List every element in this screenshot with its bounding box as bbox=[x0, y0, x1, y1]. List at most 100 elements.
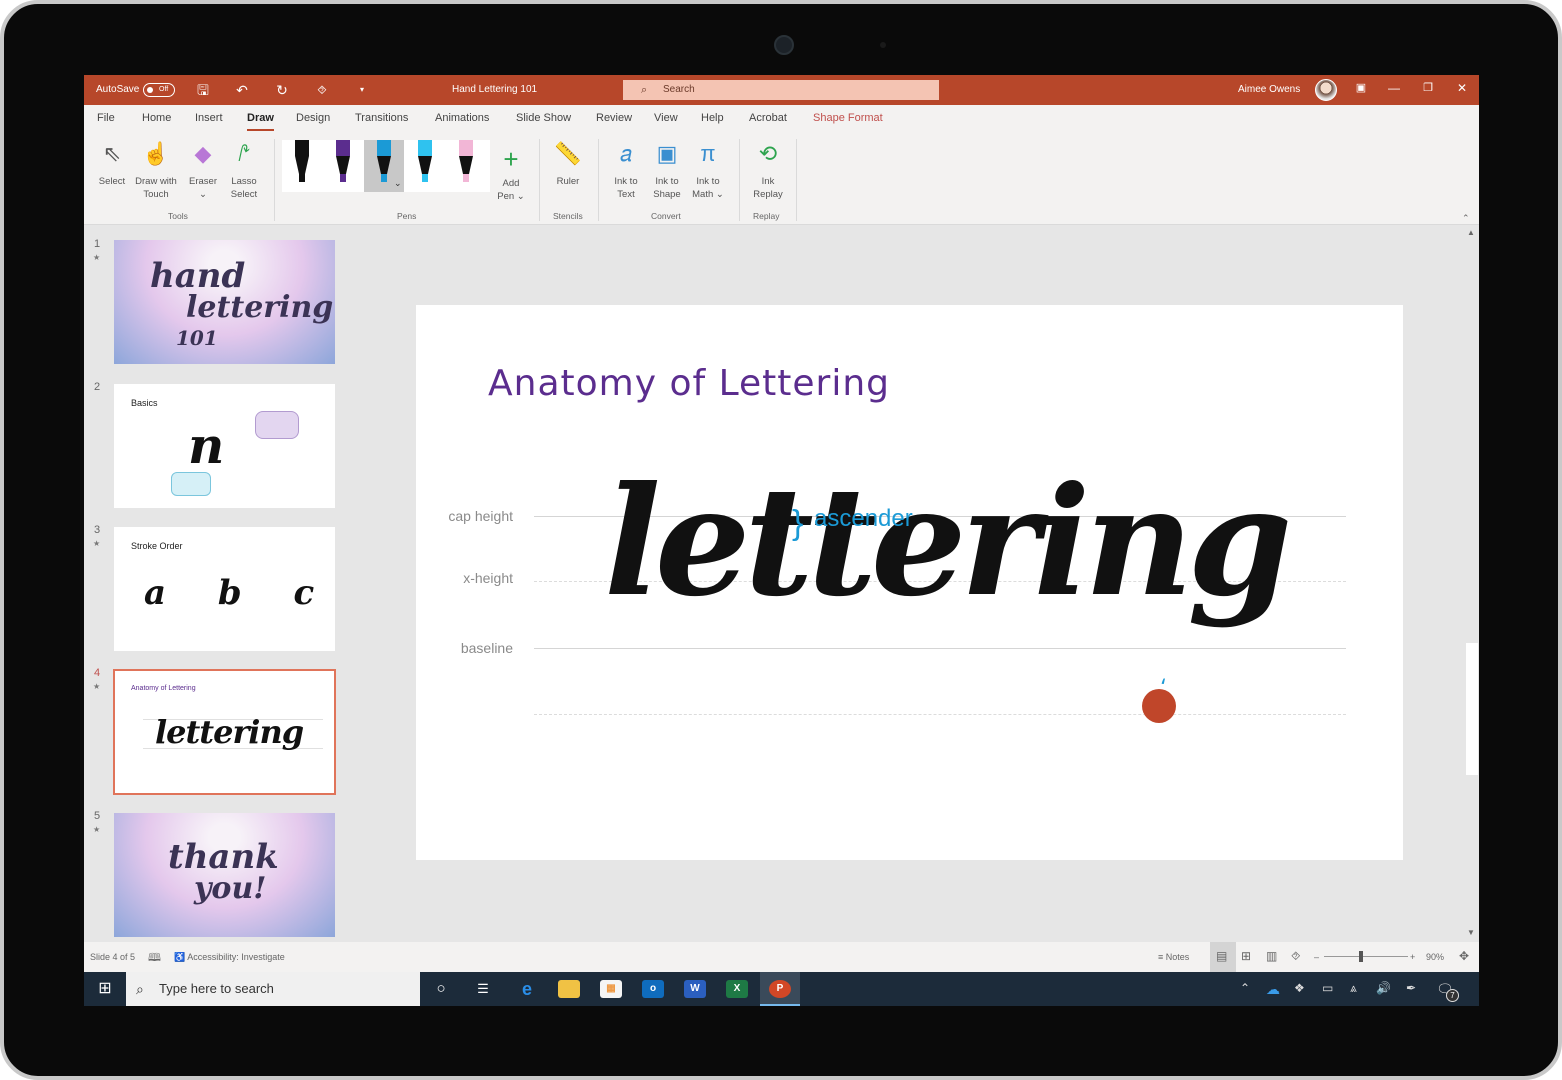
restore-icon[interactable]: ❐ bbox=[1418, 81, 1438, 94]
pen-tip-cone bbox=[295, 156, 309, 174]
tab-insert[interactable]: Insert bbox=[195, 112, 223, 124]
ribbon-display-options-icon[interactable]: ▣ bbox=[1351, 81, 1371, 94]
slide-thumbnail-5[interactable]: thank you! bbox=[114, 813, 335, 937]
search-box[interactable]: ⌕ Search bbox=[623, 80, 939, 100]
dropbox-icon[interactable]: ❖ bbox=[1294, 981, 1305, 995]
slide-sorter-icon[interactable]: ⊞ bbox=[1241, 949, 1251, 963]
slide-thumbnail-1[interactable]: hand lettering 101 bbox=[114, 240, 335, 364]
slide-number: 4 bbox=[94, 667, 101, 679]
fit-to-window-icon[interactable]: ✥ bbox=[1459, 949, 1469, 963]
ink-to-shape-button[interactable]: ▣ Ink to Shape bbox=[648, 139, 686, 201]
search-icon: ⌕ bbox=[136, 981, 144, 997]
pen-workspace-icon[interactable]: ✒ bbox=[1406, 981, 1416, 995]
ink-to-text-button[interactable]: 𝑎 Ink to Text bbox=[608, 139, 644, 201]
undo-icon[interactable]: ↶ bbox=[233, 81, 251, 99]
user-name[interactable]: Aimee Owens bbox=[1238, 84, 1300, 95]
file-explorer-icon[interactable] bbox=[558, 980, 580, 998]
scroll-up-icon[interactable]: ▲ bbox=[1467, 228, 1475, 237]
normal-view-icon[interactable]: ▤ bbox=[1216, 949, 1227, 963]
zoom-out-icon[interactable]: – bbox=[1314, 952, 1319, 962]
separator bbox=[739, 139, 740, 221]
tab-shape-format[interactable]: Shape Format bbox=[813, 112, 883, 124]
draw-ribbon: ⇖ Select ☝ Draw with Touch ◆ Eraser ⌄ ⭚ L… bbox=[84, 133, 1479, 225]
task-view-icon[interactable]: ☰ bbox=[472, 980, 494, 998]
scrollbar-thumb[interactable] bbox=[1466, 643, 1478, 775]
zoom-slider-handle[interactable] bbox=[1359, 951, 1364, 962]
onedrive-icon[interactable]: ☁ bbox=[1266, 981, 1280, 998]
tab-view[interactable]: View bbox=[654, 112, 678, 124]
spelling-icon[interactable]: 🕮 bbox=[148, 949, 161, 968]
tab-home[interactable]: Home bbox=[142, 112, 171, 124]
slide-thumbnail-3[interactable]: Stroke Order a b c bbox=[114, 527, 335, 651]
scroll-down-icon[interactable]: ▼ bbox=[1467, 928, 1475, 937]
excel-icon[interactable]: X bbox=[726, 980, 748, 998]
tab-draw[interactable]: Draw bbox=[247, 112, 274, 131]
redo-icon[interactable]: ↻ bbox=[273, 81, 291, 99]
collapse-ribbon-icon[interactable]: ⌃ bbox=[1462, 213, 1470, 224]
close-icon[interactable]: ✕ bbox=[1452, 81, 1472, 95]
pen-body bbox=[418, 140, 432, 156]
accessibility-status[interactable]: ♿ Accessibility: Investigate bbox=[174, 952, 285, 963]
save-icon[interactable]: 🖫 bbox=[194, 81, 212, 99]
present-from-beginning-icon[interactable]: ⯑ bbox=[313, 81, 331, 99]
tab-design[interactable]: Design bbox=[296, 112, 330, 124]
thumb-title: Stroke Order bbox=[131, 541, 183, 551]
select-button[interactable]: ⇖ Select bbox=[94, 139, 130, 188]
tab-file[interactable]: File bbox=[97, 112, 115, 124]
pen-tip bbox=[381, 174, 387, 182]
status-bar: Slide 4 of 5 🕮 ♿ Accessibility: Investig… bbox=[84, 942, 1479, 972]
black-pen[interactable] bbox=[295, 140, 309, 182]
ruler-button[interactable]: 📏 Ruler bbox=[550, 139, 586, 188]
tab-help[interactable]: Help bbox=[701, 112, 724, 124]
avatar[interactable] bbox=[1315, 79, 1337, 101]
vertical-scrollbar[interactable]: ▲ ▼ bbox=[1464, 226, 1479, 942]
cyan-pencil[interactable] bbox=[418, 140, 432, 182]
volume-icon[interactable]: 🔊 bbox=[1376, 981, 1391, 995]
slide-thumbnail-4[interactable]: Anatomy of Lettering lettering bbox=[113, 669, 336, 795]
outlook-icon[interactable]: o bbox=[642, 980, 664, 998]
minimize-icon[interactable]: — bbox=[1384, 81, 1404, 95]
wifi-icon[interactable]: ⩓ bbox=[1350, 981, 1357, 996]
tab-slide-show[interactable]: Slide Show bbox=[516, 112, 571, 124]
customize-toolbar-icon[interactable]: ▾ bbox=[353, 81, 371, 99]
slide-thumbnail-2[interactable]: Basics n bbox=[114, 384, 335, 508]
show-hidden-icons[interactable]: ⌃ bbox=[1240, 981, 1250, 995]
autosave-toggle[interactable]: Off bbox=[143, 83, 175, 97]
store-icon[interactable]: ▦ bbox=[600, 980, 622, 998]
word-icon[interactable]: W bbox=[684, 980, 706, 998]
tab-animations[interactable]: Animations bbox=[435, 112, 489, 124]
animation-star-icon: ★ bbox=[93, 539, 101, 548]
slide-title[interactable]: Anatomy of Lettering bbox=[488, 363, 890, 404]
draw-with-touch-button[interactable]: ☝ Draw with Touch bbox=[132, 139, 180, 201]
cortana-icon[interactable]: ○ bbox=[430, 980, 452, 998]
chevron-down-icon[interactable]: ⌄ bbox=[394, 178, 402, 188]
zoom-percent[interactable]: 90% bbox=[1426, 952, 1444, 962]
current-slide[interactable]: Anatomy of Lettering cap height x-height… bbox=[416, 305, 1403, 860]
group-label-tools: Tools bbox=[168, 211, 188, 221]
notes-button[interactable]: ≡ Notes bbox=[1158, 952, 1189, 962]
blue-pen[interactable]: ⌄ bbox=[364, 140, 404, 192]
battery-icon[interactable]: ▭ bbox=[1322, 981, 1333, 995]
lettering-ink-drawing[interactable]: lettering bbox=[604, 467, 1292, 617]
edge-icon[interactable]: e bbox=[516, 980, 538, 998]
eraser-button[interactable]: ◆ Eraser ⌄ bbox=[184, 139, 222, 201]
windows-start-icon[interactable]: ⊞ bbox=[94, 980, 116, 998]
lasso-select-button[interactable]: ⭚ Lasso Select bbox=[226, 139, 262, 201]
powerpoint-icon[interactable]: P bbox=[769, 980, 791, 998]
tab-review[interactable]: Review bbox=[596, 112, 632, 124]
zoom-in-icon[interactable]: + bbox=[1410, 952, 1415, 962]
ink-replay-button[interactable]: ⟲ Ink Replay bbox=[748, 139, 788, 201]
slide-show-icon[interactable]: ⯑ bbox=[1291, 949, 1300, 964]
slide-number: 1 bbox=[94, 238, 101, 250]
taskbar-search-box[interactable]: ⌕ Type here to search bbox=[126, 972, 420, 1006]
ink-to-shape-icon: ▣ bbox=[656, 141, 678, 166]
reading-view-icon[interactable]: ▥ bbox=[1266, 949, 1277, 963]
pink-highlighter[interactable] bbox=[459, 140, 473, 182]
tab-transitions[interactable]: Transitions bbox=[355, 112, 408, 124]
zoom-slider[interactable] bbox=[1324, 951, 1408, 962]
ink-to-math-button[interactable]: π Ink to Math ⌄ bbox=[688, 139, 728, 201]
add-pen-button[interactable]: + Add Pen ⌄ bbox=[494, 146, 528, 203]
purple-pen[interactable] bbox=[336, 140, 350, 182]
tab-acrobat[interactable]: Acrobat bbox=[749, 112, 787, 124]
ruler-icon: 📏 bbox=[554, 141, 582, 166]
